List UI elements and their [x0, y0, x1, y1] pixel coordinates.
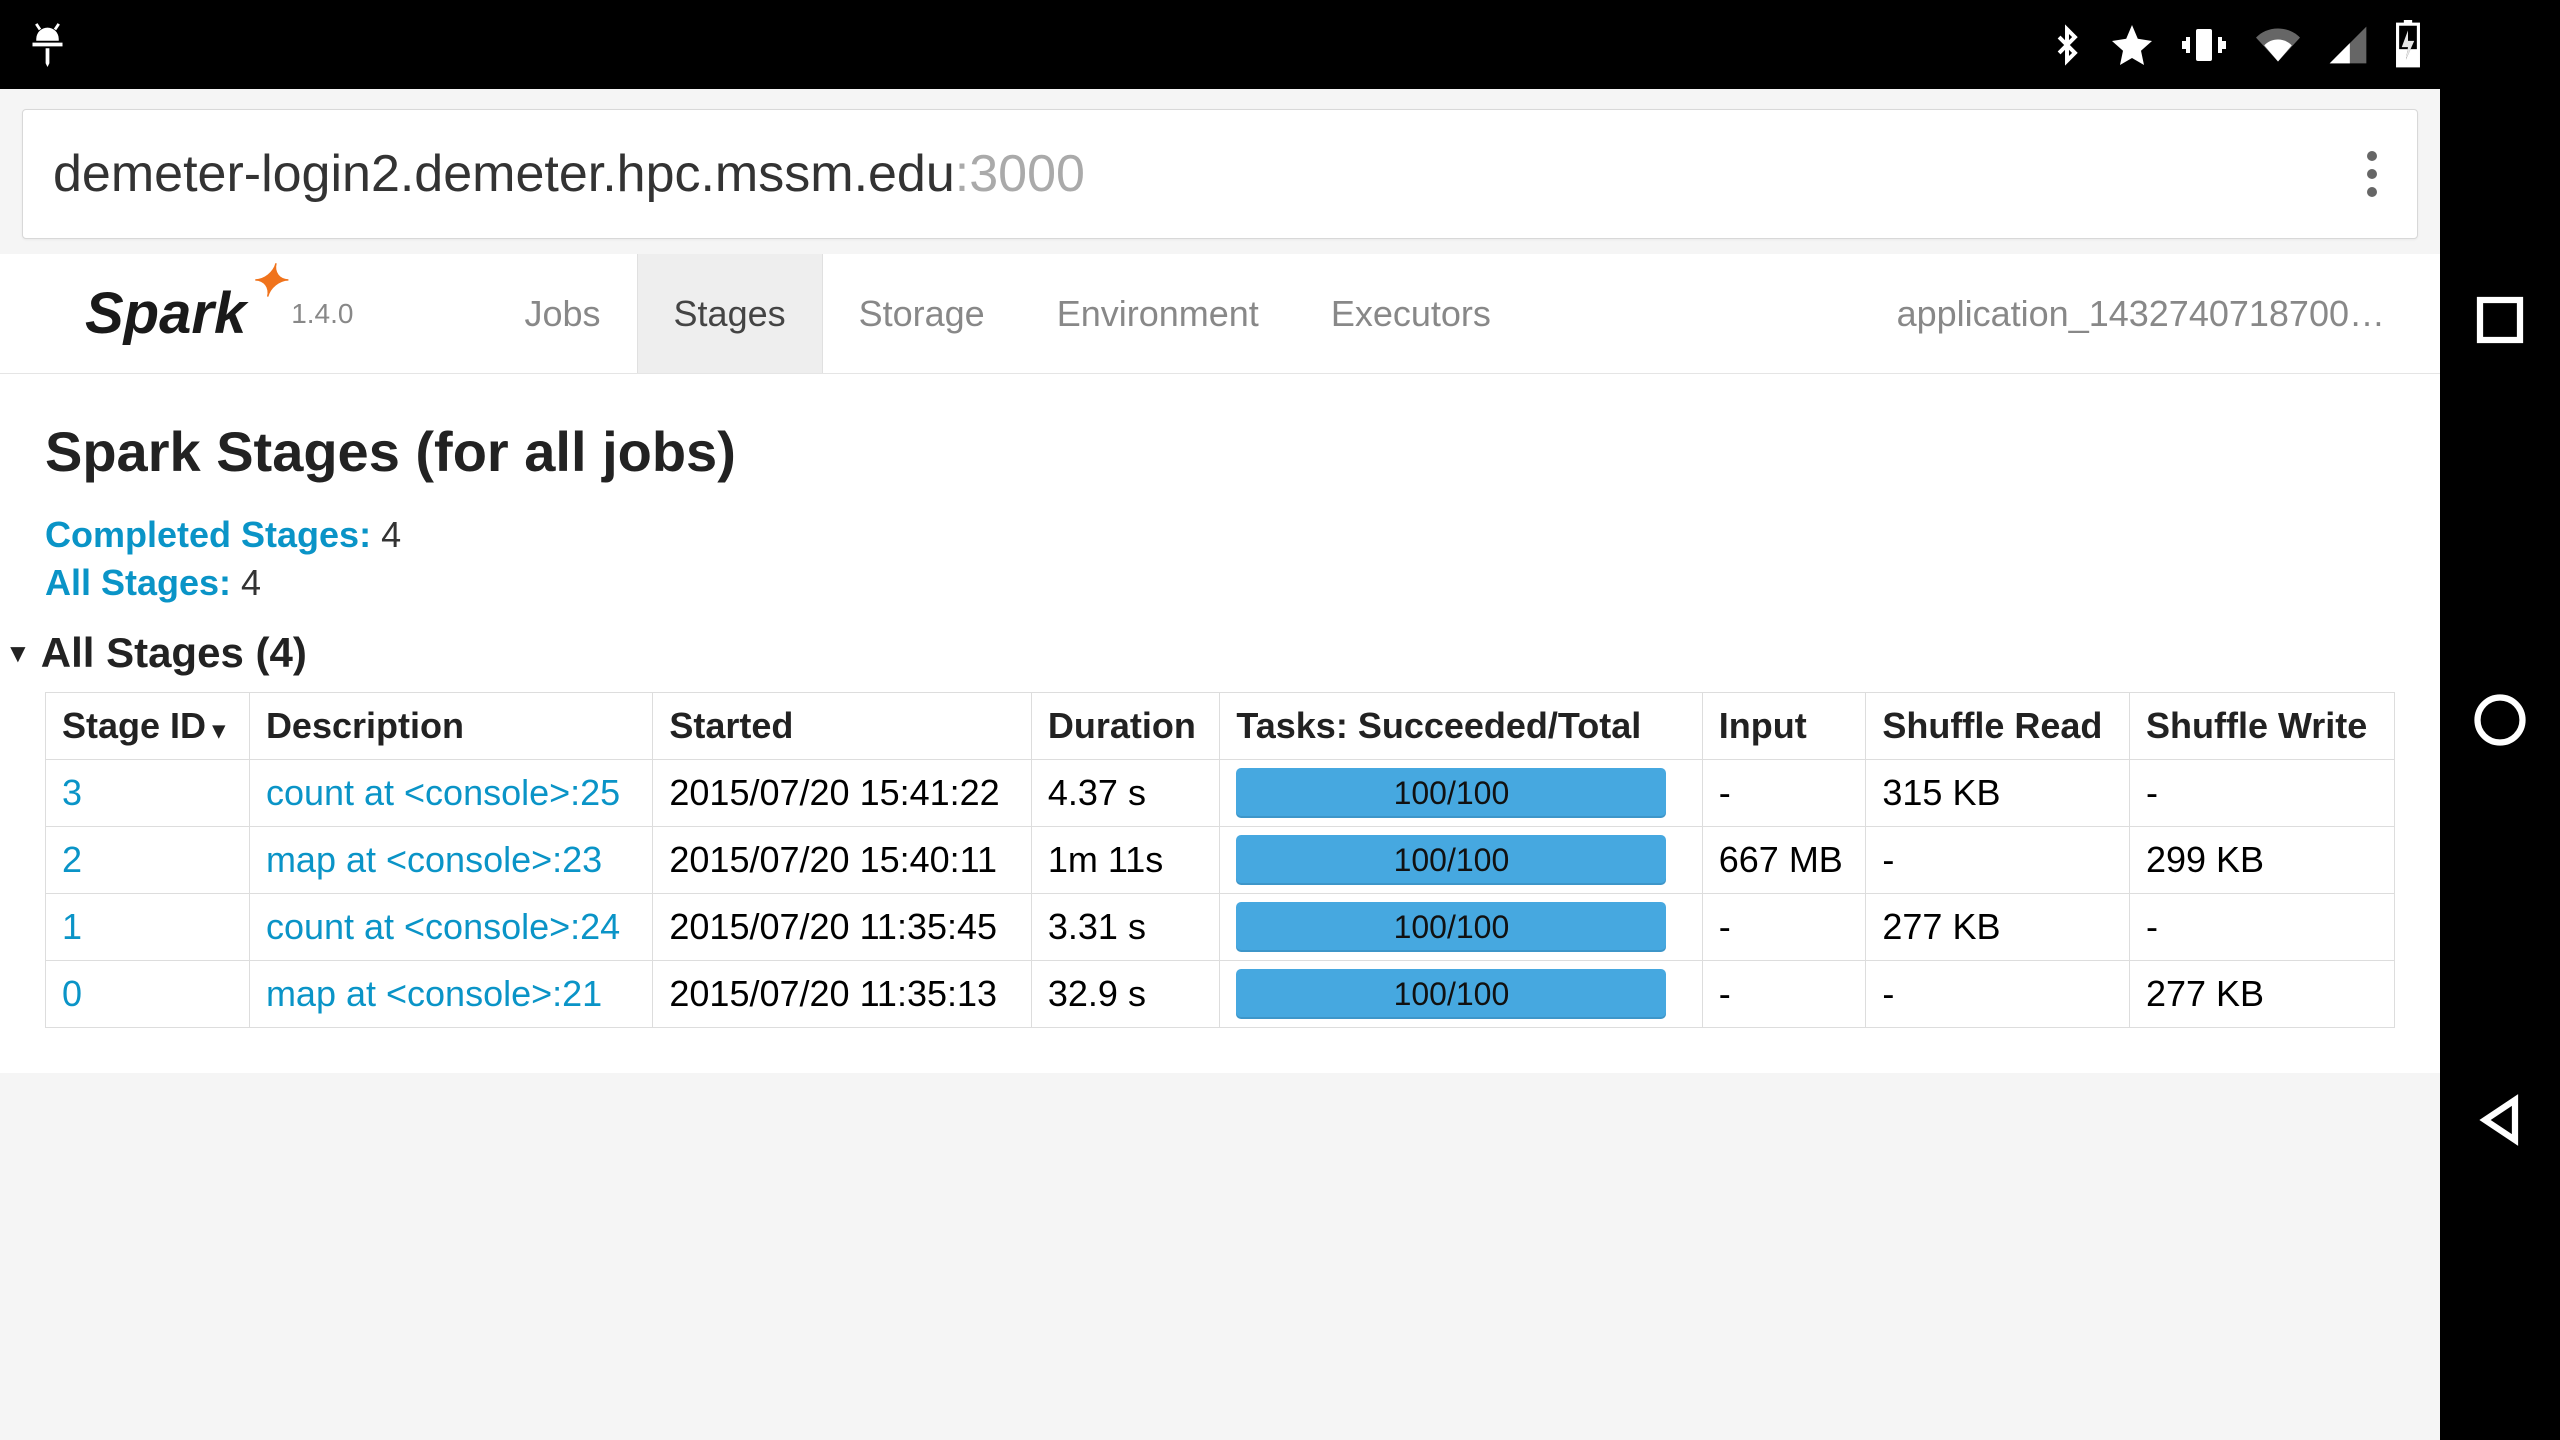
url-port: :3000 [955, 144, 1085, 204]
all-stages-count: 4 [231, 562, 261, 603]
disclosure-icon[interactable]: ▼ [5, 638, 31, 669]
bluetooth-icon [2048, 21, 2086, 69]
shuffle-write-cell: - [2129, 760, 2394, 827]
stage-id-link[interactable]: 1 [62, 906, 82, 947]
recent-apps-button[interactable] [2470, 290, 2530, 350]
started-cell: 2015/07/20 11:35:45 [653, 894, 1031, 961]
tasks-progress: 100/100 [1236, 969, 1666, 1019]
stage-desc-link[interactable]: map at <console>:21 [266, 973, 602, 1014]
col-tasks[interactable]: Tasks: Succeeded/Total [1220, 693, 1702, 760]
page-title: Spark Stages (for all jobs) [45, 419, 2395, 484]
col-duration[interactable]: Duration [1031, 693, 1220, 760]
vibrate-icon [2178, 21, 2230, 69]
table-row: 3 count at <console>:25 2015/07/20 15:41:2… [46, 760, 2395, 827]
tasks-progress: 100/100 [1236, 768, 1666, 818]
shuffle-read-cell: 315 KB [1866, 760, 2130, 827]
tab-environment[interactable]: Environment [1021, 254, 1295, 373]
stage-id-link[interactable]: 3 [62, 772, 82, 813]
shuffle-write-cell: - [2129, 894, 2394, 961]
col-description[interactable]: Description [249, 693, 652, 760]
spark-logo[interactable]: Spark✦ [85, 285, 246, 343]
tasks-progress: 100/100 [1236, 835, 1666, 885]
table-row: 1 count at <console>:24 2015/07/20 11:35:4… [46, 894, 2395, 961]
star-icon: ✦ [249, 260, 286, 304]
input-cell: - [1702, 760, 1866, 827]
duration-cell: 32.9 s [1031, 961, 1220, 1028]
all-stages-link[interactable]: All Stages: [45, 562, 231, 603]
tab-stages[interactable]: Stages [637, 254, 823, 373]
tab-jobs[interactable]: Jobs [488, 254, 636, 373]
input-cell: - [1702, 961, 1866, 1028]
table-row: 2map at <console>:232015/07/20 15:40:111… [46, 827, 2395, 894]
url-bar[interactable]: demeter-login2.demeter.hpc.mssm.edu:3000 [22, 109, 2418, 239]
back-button[interactable] [2470, 1090, 2530, 1150]
input-cell: - [1702, 894, 1866, 961]
shuffle-write-cell: 277 KB [2129, 961, 2394, 1028]
duration-cell: 3.31 s [1031, 894, 1220, 961]
shuffle-write-cell: 299 KB [2129, 827, 2394, 894]
input-cell: 667 MB [1702, 827, 1866, 894]
table-row: 0 map at <console>:21 2015/07/20 11:35:133… [46, 961, 2395, 1028]
col-started[interactable]: Started [653, 693, 1031, 760]
android-nav-bar [2440, 0, 2560, 1440]
stages-table: Stage ID Description Started Duration Ta… [45, 692, 2395, 1028]
stage-id-link[interactable]: 0 [62, 973, 82, 1014]
android-status-bar: 4:56 [0, 0, 2560, 89]
tab-executors[interactable]: Executors [1295, 254, 1527, 373]
completed-stages-link[interactable]: Completed Stages: [45, 514, 371, 555]
duration-cell: 4.37 s [1031, 760, 1220, 827]
started-cell: 2015/07/20 11:35:13 [653, 961, 1031, 1028]
spark-nav: Spark✦ 1.4.0 Jobs Stages Storage Environ… [0, 254, 2440, 374]
col-shuffle-read[interactable]: Shuffle Read [1866, 693, 2130, 760]
started-cell: 2015/07/20 15:40:11 [653, 827, 1031, 894]
star-icon [2108, 21, 2156, 69]
completed-stages-count: 4 [371, 514, 401, 555]
app-icon [25, 17, 70, 72]
col-input[interactable]: Input [1702, 693, 1866, 760]
cell-signal-icon [2326, 23, 2370, 67]
spark-version: 1.4.0 [291, 298, 353, 330]
shuffle-read-cell: 277 KB [1866, 894, 2130, 961]
battery-icon [2392, 20, 2424, 70]
page-content: Spark✦ 1.4.0 Jobs Stages Storage Environ… [0, 254, 2440, 1073]
stage-id-link[interactable]: 2 [62, 839, 82, 880]
stage-desc-link[interactable]: map at <console>:23 [266, 839, 602, 880]
wifi-icon [2252, 23, 2304, 67]
section-all-stages-header[interactable]: ▼ All Stages (4) [5, 629, 2395, 677]
browser-menu-icon[interactable] [2357, 141, 2387, 207]
url-host: demeter-login2.demeter.hpc.mssm.edu [53, 144, 955, 204]
tab-storage[interactable]: Storage [823, 254, 1021, 373]
stage-desc-link[interactable]: count at <console>:24 [266, 906, 620, 947]
shuffle-read-cell: - [1866, 827, 2130, 894]
shuffle-read-cell: - [1866, 961, 2130, 1028]
application-id[interactable]: application_1432740718700… [1897, 293, 2385, 335]
stage-desc-link[interactable]: count at <console>:25 [266, 772, 620, 813]
home-button[interactable] [2470, 690, 2530, 750]
started-cell: 2015/07/20 15:41:22 [653, 760, 1031, 827]
duration-cell: 1m 11s [1031, 827, 1220, 894]
browser-viewport: demeter-login2.demeter.hpc.mssm.edu:3000… [0, 89, 2440, 1440]
col-shuffle-write[interactable]: Shuffle Write [2129, 693, 2394, 760]
col-stage-id[interactable]: Stage ID [46, 693, 250, 760]
tasks-progress: 100/100 [1236, 902, 1666, 952]
